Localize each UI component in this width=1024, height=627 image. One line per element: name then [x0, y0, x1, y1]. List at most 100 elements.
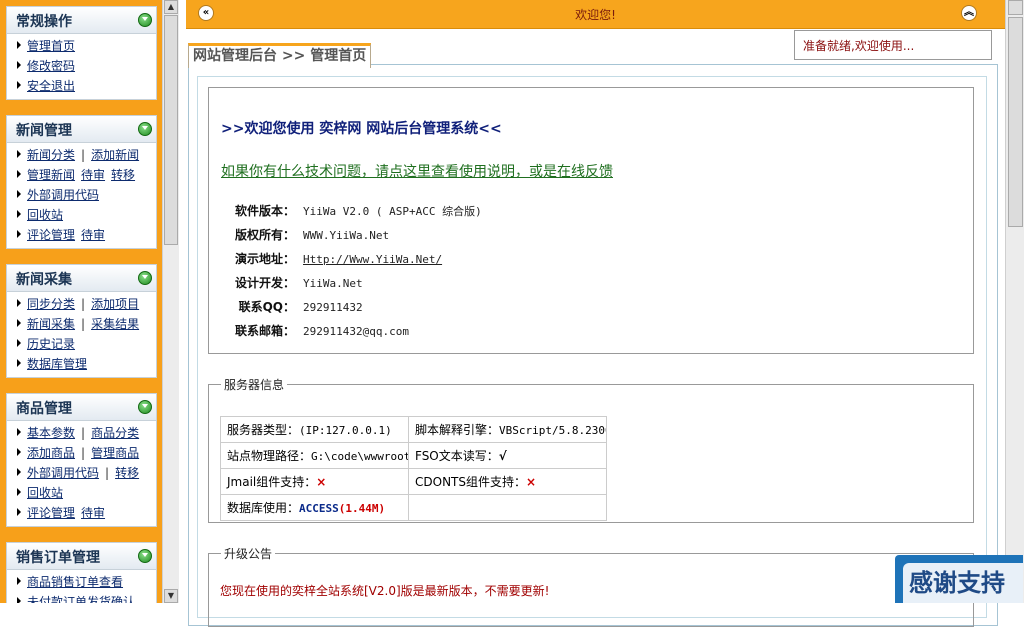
empty-cell — [408, 494, 607, 521]
arrow-icon — [17, 577, 21, 585]
cross-icon: × — [316, 475, 327, 489]
info-value: YiiWa V2.0 ( ASP+ACC 综合版) — [303, 205, 482, 218]
toggle-icon[interactable] — [138, 13, 152, 27]
menu-link[interactable]: 评论管理 — [27, 506, 75, 520]
jmail-cell: Jmail组件支持：× — [220, 468, 409, 495]
info-value: WWW.YiiWa.Net — [303, 229, 390, 242]
info-row: 设计开发： YiiWa.Net — [225, 274, 363, 291]
scroll-down-button[interactable]: ▼ — [164, 589, 178, 603]
arrow-icon — [17, 468, 21, 476]
menu-link[interactable]: 回收站 — [27, 208, 63, 222]
fso-label: FSO文本读写： — [415, 449, 499, 463]
info-row: 联系邮箱： 292911432@qq.com — [225, 322, 409, 339]
menu-link[interactable]: 添加项目 — [91, 297, 139, 311]
arrow-icon — [17, 81, 21, 89]
menu-row: 修改密码 — [7, 56, 156, 76]
menu-link[interactable]: 转移 — [115, 466, 139, 480]
menu-link[interactable]: 新闻采集 — [27, 317, 75, 331]
toggle-icon[interactable] — [138, 549, 152, 563]
menu-link[interactable]: 管理商品 — [91, 446, 139, 460]
jmail-label: Jmail组件支持： — [227, 475, 317, 489]
menu-link[interactable]: 添加新闻 — [91, 148, 139, 162]
scroll-thumb[interactable] — [1008, 17, 1023, 227]
info-key: 联系QQ： — [238, 300, 295, 314]
arrow-icon — [17, 319, 21, 327]
menu-link[interactable]: 管理首页 — [27, 39, 75, 53]
menu-link[interactable]: 同步分类 — [27, 297, 75, 311]
menu-group: 新闻管理 新闻分类 | 添加新闻 管理新闻 待审 转移 外部调用代码 回收站 评论管理 待审 — [6, 115, 157, 249]
menu-link[interactable]: 数据库管理 — [27, 357, 87, 371]
menu-link[interactable]: 安全退出 — [27, 79, 75, 93]
server-type-cell: 服务器类型：(IP:127.0.0.1) — [220, 416, 409, 443]
menu-header[interactable]: 商品管理 — [7, 394, 156, 421]
menu-link[interactable]: 未付款订单发货确认 — [27, 595, 135, 603]
menu-row: 外部调用代码 — [7, 185, 156, 205]
cdonts-cell: CDONTS组件支持：× — [408, 468, 607, 495]
info-row: 联系QQ： 292911432 — [225, 298, 363, 315]
menu-title: 常规操作 — [16, 14, 72, 30]
db-size: (1.44M) — [338, 502, 386, 515]
menu-row: 新闻分类 | 添加新闻 — [7, 145, 156, 165]
menu-link[interactable]: 基本参数 — [27, 426, 75, 440]
menu-link[interactable]: 外部调用代码 — [27, 466, 99, 480]
menu-link[interactable]: 管理新闻 — [27, 168, 75, 182]
db-value: ACCESS — [299, 502, 339, 515]
menu-link[interactable]: 商品分类 — [91, 426, 139, 440]
scroll-up-button[interactable]: ▲ — [164, 0, 178, 14]
menu-extra-link[interactable]: 待审 — [81, 228, 105, 242]
menu-group: 销售订单管理商品销售订单查看未付款订单发货确认 — [6, 542, 157, 603]
toggle-icon[interactable] — [138, 271, 152, 285]
thanks-badge[interactable]: 感谢支持 — [895, 555, 1023, 603]
menu-header[interactable]: 新闻管理 — [7, 116, 156, 143]
menu-link[interactable]: 历史记录 — [27, 337, 75, 351]
menu-header[interactable]: 新闻采集 — [7, 265, 156, 292]
help-link[interactable]: 如果你有什么技术问题，请点这里查看使用说明，或是在线反馈 — [221, 161, 613, 181]
upgrade-notice: 升级公告 您现在使用的奕梓全站系统[V2.0]版是最新版本，不需要更新! — [208, 545, 974, 627]
menu-link[interactable]: 添加商品 — [27, 446, 75, 460]
toggle-icon[interactable] — [138, 400, 152, 414]
engine-value: VBScript/5.8.23000 — [499, 424, 607, 437]
menu-group: 常规操作管理首页修改密码安全退出 — [6, 6, 157, 100]
breadcrumb-tab[interactable]: 网站管理后台 >> 管理首页 — [188, 43, 372, 68]
collapse-up-icon[interactable]: ︽ — [961, 5, 977, 21]
menu-header[interactable]: 常规操作 — [7, 7, 156, 34]
info-value: 292911432@qq.com — [303, 325, 409, 338]
menu-extra-link[interactable]: 待审 — [81, 168, 105, 182]
menu-link[interactable]: 采集结果 — [91, 317, 139, 331]
arrow-icon — [17, 508, 21, 516]
server-info: 服务器信息 服务器类型：(IP:127.0.0.1) 脚本解释引擎：VBScri… — [208, 376, 974, 523]
menu-header[interactable]: 销售订单管理 — [7, 543, 156, 570]
menu-link[interactable]: 修改密码 — [27, 59, 75, 73]
menu-row: 回收站 — [7, 483, 156, 503]
menu-link[interactable]: 商品销售订单查看 — [27, 575, 123, 589]
menu-row: 同步分类 | 添加项目 — [7, 294, 156, 314]
separator: | — [81, 317, 86, 331]
left-scrollbar[interactable]: ▲ ▼ — [162, 0, 179, 603]
arrow-icon — [17, 150, 21, 158]
toggle-icon[interactable] — [138, 122, 152, 136]
server-type-value: (IP:127.0.0.1) — [299, 424, 392, 437]
arrow-icon — [17, 488, 21, 496]
scroll-up-button[interactable] — [1008, 0, 1023, 15]
arrow-icon — [17, 448, 21, 456]
welcome-box: >>欢迎您使用 奕梓网 网站后台管理系统<< 如果你有什么技术问题，请点这里查看… — [208, 87, 974, 354]
welcome-title: >>欢迎您使用 奕梓网 网站后台管理系统<< — [221, 121, 502, 137]
path-label: 站点物理路径： — [227, 449, 312, 463]
right-scrollbar[interactable] — [1005, 0, 1024, 603]
server-info-legend: 服务器信息 — [224, 378, 285, 392]
menu-link[interactable]: 回收站 — [27, 486, 63, 500]
menu-row: 评论管理 待审 — [7, 503, 156, 523]
menu-extra-link[interactable]: 转移 — [111, 168, 135, 182]
arrow-icon — [17, 428, 21, 436]
menu-link[interactable]: 新闻分类 — [27, 148, 75, 162]
menu-extra-link[interactable]: 待审 — [81, 506, 105, 520]
info-row: 软件版本： YiiWa V2.0 ( ASP+ACC 综合版) — [225, 202, 482, 219]
info-value: YiiWa.Net — [303, 277, 363, 290]
arrow-icon — [17, 299, 21, 307]
menu-title: 商品管理 — [16, 401, 72, 417]
scroll-thumb[interactable] — [164, 15, 178, 245]
menu-link[interactable]: 评论管理 — [27, 228, 75, 242]
info-link[interactable]: Http://Www.YiiWa.Net/ — [303, 253, 442, 266]
menu-link[interactable]: 外部调用代码 — [27, 188, 99, 202]
menu-row: 新闻采集 | 采集结果 — [7, 314, 156, 334]
